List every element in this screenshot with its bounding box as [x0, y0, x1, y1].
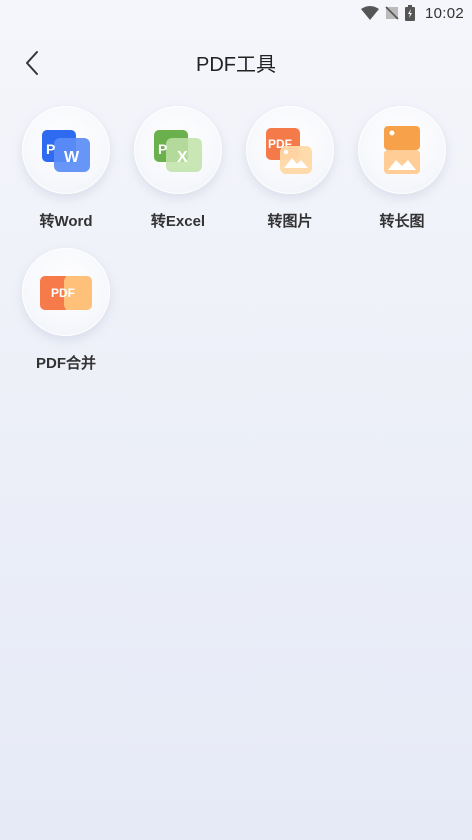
tool-label: 转Word — [39, 213, 93, 230]
status-time: 10:02 — [424, 4, 464, 22]
tool-label: 转长图 — [379, 213, 425, 230]
tool-circle: PDF — [22, 248, 110, 336]
status-bar: 10:02 — [0, 0, 472, 26]
tool-label: 转图片 — [267, 213, 313, 230]
tool-label: PDF合并 — [35, 355, 96, 372]
tool-circle: P X — [134, 106, 222, 194]
header: PDF工具 — [0, 40, 472, 84]
status-icons: 10:02 — [360, 4, 464, 22]
tool-circle — [358, 106, 446, 194]
image-icon: PDF — [264, 124, 316, 176]
excel-icon-x: X — [177, 149, 188, 166]
no-signal-icon — [385, 6, 399, 20]
tool-to-long-image[interactable]: 转长图 — [356, 106, 448, 231]
excel-icon: P X — [152, 124, 204, 176]
tool-pdf-merge[interactable]: PDF PDF合并 — [20, 248, 112, 373]
battery-icon — [404, 5, 415, 21]
tool-to-excel[interactable]: P X 转Excel — [132, 106, 224, 231]
tool-label: 转Excel — [150, 213, 206, 230]
tool-circle: P W — [22, 106, 110, 194]
wifi-icon — [360, 6, 379, 20]
tool-to-image[interactable]: PDF 转图片 — [244, 106, 336, 231]
page-title: PDF工具 — [196, 54, 276, 76]
pdf-merge-icon-text: PDF — [51, 286, 75, 300]
word-icon-p: P — [46, 141, 55, 157]
tool-circle: PDF — [246, 106, 334, 194]
long-image-icon — [376, 124, 428, 176]
pdf-merge-icon: PDF — [40, 266, 92, 318]
word-icon: P W — [40, 124, 92, 176]
excel-icon-p: P — [158, 141, 167, 157]
word-icon-w: W — [64, 149, 80, 166]
tool-to-word[interactable]: P W 转Word — [20, 106, 112, 231]
